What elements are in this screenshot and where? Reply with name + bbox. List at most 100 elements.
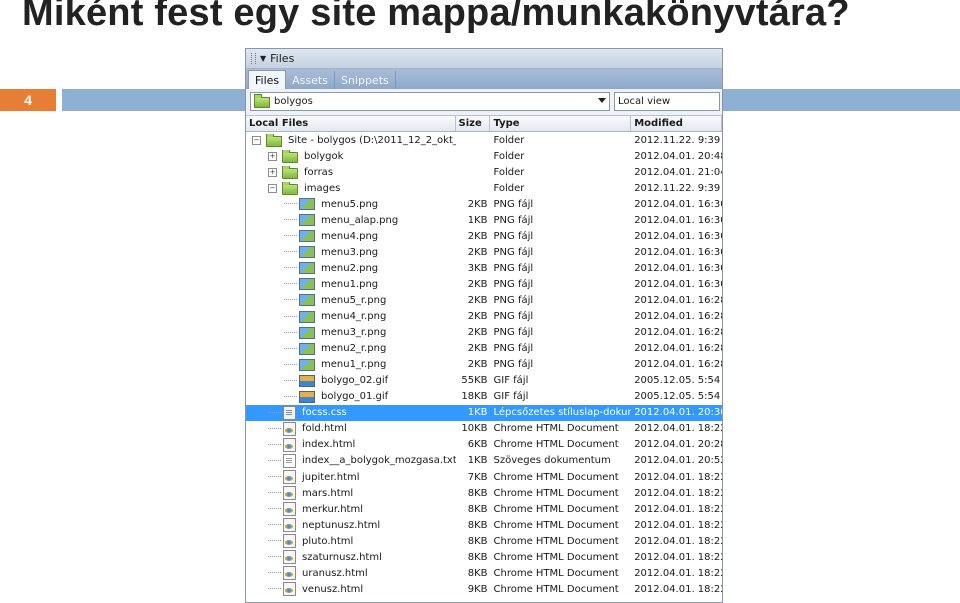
file-type: PNG fájl: [493, 311, 534, 323]
file-type: Chrome HTML Document: [493, 439, 619, 451]
table-row[interactable]: menu5_r.png 2KB PNG fájl 2012.04.01. 16:28: [246, 292, 722, 308]
table-row[interactable]: menu3_r.png 2KB PNG fájl 2012.04.01. 16:28: [246, 325, 722, 341]
file-size: 1KB: [467, 214, 488, 226]
table-row[interactable]: bolygo_01.gif 18KB GIF fájl 2005.12.05. 5:5…: [246, 389, 722, 405]
html-icon: [283, 421, 296, 436]
html-icon: [283, 566, 296, 581]
table-row[interactable]: menu2.png 3KB PNG fájl 2012.04.01. 16:30: [246, 260, 722, 276]
table-row[interactable]: − Site - bolygos (D:\2011_12_2_okt_e... Fo…: [246, 132, 722, 148]
file-size: 8KB: [467, 503, 488, 515]
column-header-type[interactable]: Type: [490, 116, 632, 131]
expand-icon[interactable]: +: [268, 151, 277, 161]
table-row[interactable]: menu3.png 2KB PNG fájl 2012.04.01. 16:30: [246, 244, 722, 260]
table-row[interactable]: + bolygok Folder 2012.04.01. 20:48: [246, 148, 722, 164]
collapse-icon[interactable]: −: [268, 183, 277, 193]
panel-tabs: Files Assets Snippets: [246, 69, 722, 89]
tree-guide-line: [268, 508, 281, 510]
table-row[interactable]: uranusz.html 8KB Chrome HTML Document 2012.…: [246, 565, 722, 581]
column-header-name[interactable]: Local Files: [246, 116, 456, 131]
file-size: 2KB: [467, 311, 488, 323]
html-icon: [283, 534, 296, 549]
file-modified: 2012.04.01. 16:28: [634, 294, 722, 306]
site-select[interactable]: bolygos: [250, 92, 610, 111]
table-row[interactable]: + forras Folder 2012.04.01. 21:04: [246, 164, 722, 180]
file-name: bolygok: [304, 150, 344, 162]
file-name-cell: index.html: [246, 437, 456, 452]
file-modified: 2012.04.01. 18:22: [634, 503, 722, 515]
table-row[interactable]: menu1.png 2KB PNG fájl 2012.04.01. 16:30: [246, 276, 722, 292]
file-name-cell: mars.html: [246, 486, 456, 501]
file-type: Folder: [493, 134, 525, 146]
file-name-cell: szaturnusz.html: [246, 550, 456, 565]
file-name-cell: − Site - bolygos (D:\2011_12_2_okt_e...: [246, 133, 456, 147]
folder-icon: [282, 149, 298, 163]
file-type: PNG fájl: [493, 359, 534, 371]
grip-icon[interactable]: [251, 53, 256, 64]
collapse-icon[interactable]: −: [252, 135, 261, 145]
tab-assets[interactable]: Assets: [286, 71, 335, 89]
table-row[interactable]: menu1_r.png 2KB PNG fájl 2012.04.01. 16:28: [246, 357, 722, 373]
file-name-cell: pluto.html: [246, 534, 456, 549]
table-row[interactable]: − images Folder 2012.11.22. 9:39: [246, 180, 722, 196]
gif-icon: [299, 374, 315, 387]
file-name: menu2_r.png: [321, 343, 387, 355]
folder-icon: [282, 165, 298, 179]
file-name: neptunusz.html: [302, 519, 381, 531]
file-size: 8KB: [467, 519, 488, 531]
file-name: menu3_r.png: [321, 327, 387, 339]
file-name-cell: fold.html: [246, 421, 456, 436]
file-name: images: [304, 182, 341, 194]
table-row[interactable]: menu2_r.png 2KB PNG fájl 2012.04.01. 16:28: [246, 341, 722, 357]
tree-guide-line: [268, 572, 281, 574]
file-name: merkur.html: [302, 503, 363, 515]
table-row[interactable]: neptunusz.html 8KB Chrome HTML Document 201…: [246, 517, 722, 533]
table-row[interactable]: focss.css 1KB Lépcsőzetes stíluslap-dokume…: [246, 404, 722, 421]
png-icon: [299, 310, 315, 323]
file-size: 18KB: [461, 391, 488, 403]
expand-icon[interactable]: +: [268, 167, 277, 177]
tree-guide-line: [284, 315, 297, 318]
table-row[interactable]: pluto.html 8KB Chrome HTML Document 2012.04…: [246, 533, 722, 549]
file-type: Folder: [493, 166, 525, 178]
file-type: Chrome HTML Document: [493, 583, 619, 595]
file-name-cell: bolygo_02.gif: [246, 374, 456, 387]
tree-guide-line: [284, 235, 297, 237]
column-header-modified[interactable]: Modified: [631, 116, 722, 131]
file-type: Chrome HTML Document: [493, 423, 619, 435]
site-folder-icon: [254, 94, 270, 108]
tab-files[interactable]: Files: [248, 70, 287, 89]
tree-guide-line: [268, 588, 281, 590]
file-type: Chrome HTML Document: [493, 535, 619, 547]
table-row[interactable]: menu_alap.png 1KB PNG fájl 2012.04.01. 16:3…: [246, 212, 722, 228]
table-row[interactable]: mars.html 8KB Chrome HTML Document 2012.04.…: [246, 485, 722, 501]
table-row[interactable]: venusz.html 9KB Chrome HTML Document 2012.0…: [246, 581, 722, 597]
view-select[interactable]: Local view: [614, 92, 720, 111]
tree-guide-line: [284, 267, 297, 269]
file-modified: 2012.04.01. 16:28: [634, 327, 722, 339]
tree-guide-line: [268, 492, 281, 494]
file-type: Folder: [493, 150, 525, 162]
collapse-triangle-icon[interactable]: ▼: [260, 54, 266, 63]
tab-snippets[interactable]: Snippets: [335, 71, 396, 89]
table-row[interactable]: bolygo_02.gif 55KB GIF fájl 2005.12.05. 5:5…: [246, 373, 722, 389]
file-name: jupiter.html: [302, 471, 360, 483]
png-icon: [299, 342, 315, 355]
chevron-down-icon[interactable]: [598, 98, 606, 103]
table-row[interactable]: merkur.html 8KB Chrome HTML Document 2012.0…: [246, 501, 722, 517]
table-row[interactable]: menu5.png 2KB PNG fájl 2012.04.01. 16:30: [246, 196, 722, 212]
table-row[interactable]: fold.html 10KB Chrome HTML Document 2012.04…: [246, 421, 722, 437]
file-name-cell: venusz.html: [246, 582, 456, 597]
table-row[interactable]: szaturnusz.html 8KB Chrome HTML Document 20…: [246, 549, 722, 565]
table-row[interactable]: jupiter.html 7KB Chrome HTML Document 2012.…: [246, 469, 722, 485]
file-modified: 2012.11.22. 9:39: [634, 134, 721, 146]
html-icon: [283, 550, 296, 565]
table-row[interactable]: index__a_bolygok_mozgasa.txt 1KB Szöveges …: [246, 453, 722, 469]
file-name: venusz.html: [302, 583, 364, 595]
file-name: menu1.png: [321, 278, 379, 290]
panel-titlebar[interactable]: ▼ Files: [246, 49, 722, 69]
column-header-size[interactable]: Size: [456, 116, 491, 131]
table-row[interactable]: menu4.png 2KB PNG fájl 2012.04.01. 16:30: [246, 228, 722, 244]
file-name: Site - bolygos (D:\2011_12_2_okt_e...: [288, 134, 456, 146]
table-row[interactable]: index.html 6KB Chrome HTML Document 2012.04…: [246, 437, 722, 453]
table-row[interactable]: menu4_r.png 2KB PNG fájl 2012.04.01. 16:28: [246, 309, 722, 325]
